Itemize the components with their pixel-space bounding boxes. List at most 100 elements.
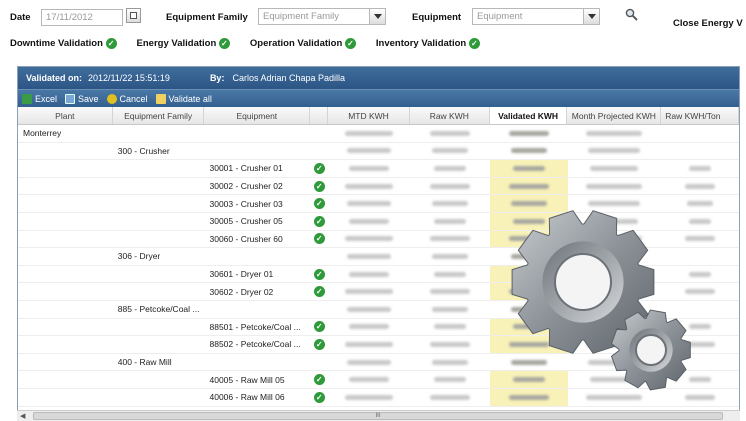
blurred-value xyxy=(689,165,712,171)
grid-toolbar: Excel Save Cancel Validate all xyxy=(18,89,739,107)
inventory-validation[interactable]: Inventory Validation ✓ xyxy=(376,38,480,49)
col-raw-kwh[interactable]: Raw KWH xyxy=(410,107,490,124)
excel-button[interactable]: Excel xyxy=(22,93,58,104)
operation-validation[interactable]: Operation Validation ✓ xyxy=(250,38,356,49)
gears-icon xyxy=(511,210,691,391)
check-icon: ✓ xyxy=(313,338,325,350)
operation-validation-label: Operation Validation xyxy=(249,38,343,50)
date-input[interactable]: 17/11/2012 xyxy=(41,9,123,26)
chevron-down-icon[interactable] xyxy=(369,9,385,24)
close-energy-button[interactable]: Close Energy V xyxy=(673,18,743,29)
value-cell xyxy=(328,336,410,353)
scroll-left-icon[interactable]: ◀ xyxy=(20,412,25,420)
status-cell xyxy=(310,354,328,371)
value-cell xyxy=(661,143,739,160)
energy-validation[interactable]: Energy Validation ✓ xyxy=(137,38,230,49)
blurred-value xyxy=(345,394,394,400)
blurred-value xyxy=(429,130,470,136)
blurred-value xyxy=(433,165,466,171)
blurred-value xyxy=(345,341,394,347)
value-cell xyxy=(410,283,490,300)
blurred-value xyxy=(433,271,466,277)
value-cell xyxy=(490,125,568,142)
equipment-select[interactable]: Equipment xyxy=(472,8,600,25)
table-row[interactable]: Monterrey xyxy=(18,125,739,143)
blurred-value xyxy=(429,289,470,295)
equipment-cell: 30602 - Dryer 02 xyxy=(209,286,274,297)
check-icon: ✓ xyxy=(344,38,356,49)
col-raw-kwh-ton[interactable]: Raw KWH/Ton xyxy=(661,107,739,124)
value-cell xyxy=(328,125,410,142)
table-row[interactable]: 30001 - Crusher 01 ✓ xyxy=(18,160,739,178)
plant-cell xyxy=(18,231,113,248)
equipment-cell: 30060 - Crusher 60 xyxy=(209,233,283,244)
check-icon: ✓ xyxy=(313,233,325,245)
energy-validation-label: Energy Validation xyxy=(136,38,217,50)
equipment-cell: 88501 - Petcoke/Coal ... xyxy=(209,321,301,332)
blurred-value xyxy=(345,183,394,189)
equipment-family-select[interactable]: Equipment Family xyxy=(258,8,386,25)
blurred-value xyxy=(433,218,466,224)
plant-cell xyxy=(18,283,113,300)
status-cell xyxy=(310,248,328,265)
search-icon[interactable] xyxy=(625,8,638,23)
save-button[interactable]: Save xyxy=(65,93,99,104)
validated-on-value: 2012/11/22 15:51:19 xyxy=(88,73,170,83)
undo-icon xyxy=(106,93,117,104)
blurred-value xyxy=(347,201,392,207)
blurred-value xyxy=(512,165,545,171)
col-equipment[interactable]: Equipment xyxy=(204,107,311,124)
column-headers: Plant Equipment Family Equipment MTD KWH… xyxy=(18,107,739,125)
plant-cell xyxy=(18,354,113,371)
blurred-value xyxy=(590,165,639,171)
blurred-value xyxy=(429,183,470,189)
check-icon: ✓ xyxy=(313,198,325,210)
value-cell xyxy=(568,160,662,177)
plant-cell xyxy=(18,319,113,336)
status-cell xyxy=(310,301,328,318)
by-value: Carlos Adrian Chapa Padilla xyxy=(232,73,346,83)
blurred-value xyxy=(347,253,392,259)
value-cell xyxy=(410,248,490,265)
chevron-down-icon[interactable] xyxy=(583,9,599,24)
blurred-value xyxy=(347,306,392,312)
equipment-value: Equipment xyxy=(477,11,523,22)
blurred-value xyxy=(433,324,466,330)
calendar-icon[interactable] xyxy=(126,8,141,23)
col-plant[interactable]: Plant xyxy=(18,107,113,124)
col-month-projected-kwh[interactable]: Month Projected KWH xyxy=(567,107,662,124)
value-cell xyxy=(410,389,490,406)
family-cell xyxy=(113,283,205,300)
value-cell xyxy=(328,283,410,300)
plant-cell xyxy=(18,336,113,353)
equipment-cell: 30002 - Crusher 02 xyxy=(209,181,283,192)
value-cell xyxy=(410,301,490,318)
col-equipment-family[interactable]: Equipment Family xyxy=(113,107,205,124)
value-cell xyxy=(328,248,410,265)
blurred-value xyxy=(349,324,390,330)
equipment-cell xyxy=(205,354,311,371)
family-cell xyxy=(113,125,205,142)
value-cell xyxy=(328,389,410,406)
equipment-cell: 40005 - Raw Mill 05 xyxy=(209,374,285,385)
value-cell xyxy=(328,178,410,195)
family-cell xyxy=(113,266,205,283)
equipment-cell: 30005 - Crusher 05 xyxy=(209,216,283,227)
table-row[interactable]: 300 - Crusher xyxy=(18,143,739,161)
value-cell xyxy=(410,371,490,388)
plant-cell: Monterrey xyxy=(23,128,62,139)
downtime-validation[interactable]: Downtime Validation ✓ xyxy=(10,38,117,49)
status-cell: ✓ xyxy=(310,178,328,195)
excel-label: Excel xyxy=(35,93,58,104)
col-mtd-kwh[interactable]: MTD KWH xyxy=(328,107,410,124)
cancel-button[interactable]: Cancel xyxy=(106,93,148,104)
equipment-cell: 30001 - Crusher 01 xyxy=(209,163,283,174)
col-validated-kwh[interactable]: Validated KWH xyxy=(489,107,568,124)
horizontal-scrollbar[interactable]: ◀ III xyxy=(17,410,740,421)
validate-all-button[interactable]: Validate all xyxy=(155,93,212,104)
blurred-value xyxy=(433,377,466,383)
check-icon: ✓ xyxy=(313,268,325,280)
value-cell xyxy=(410,125,490,142)
scroll-thumb[interactable]: III xyxy=(33,412,723,420)
cancel-label: Cancel xyxy=(119,93,148,104)
